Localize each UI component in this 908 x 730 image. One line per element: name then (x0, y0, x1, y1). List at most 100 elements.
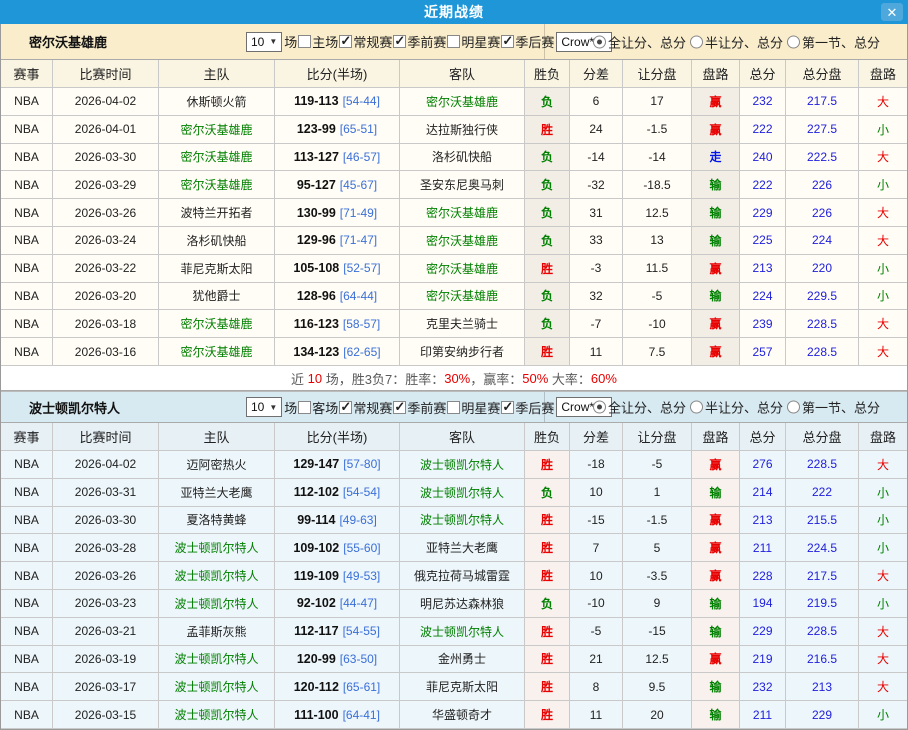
away-team-cell: 圣安东尼奥马刺 (400, 171, 525, 199)
filter-checkbox[interactable]: 明星赛 (446, 398, 500, 417)
away-team-cell: 菲尼克斯太阳 (400, 673, 525, 701)
total-points-cell: 229 (740, 199, 786, 227)
total-line-cell: 228.5 (786, 338, 859, 366)
final-score: 112-102 (294, 485, 339, 499)
games-count-select[interactable]: 10 ▼ (246, 32, 282, 52)
outcome-cell: 胜 (525, 701, 570, 729)
handicap-result-cell: 赢 (692, 562, 740, 590)
column-header: 赛事 (1, 423, 53, 451)
over-under-cell: 大 (859, 144, 907, 172)
point-diff-cell: 33 (570, 227, 623, 255)
filter-checkbox[interactable]: 季前赛 (392, 398, 446, 417)
games-count-select[interactable]: 10 ▼ (246, 397, 282, 417)
filter-radio[interactable]: 半让分、总分 (686, 398, 783, 417)
chevron-down-icon: ▼ (269, 37, 277, 46)
outcome-cell: 胜 (525, 618, 570, 646)
away-team-cell: 华盛顿奇才 (400, 701, 525, 729)
column-header: 胜负 (525, 423, 570, 451)
point-diff-cell: 11 (570, 338, 623, 366)
checkbox-input[interactable] (298, 35, 311, 48)
league-cell: NBA (1, 451, 53, 479)
checkbox-input[interactable] (447, 401, 460, 414)
total-points-cell: 222 (740, 116, 786, 144)
home-team-cell: 迈阿密热火 (159, 451, 275, 479)
filter-checkbox[interactable]: 季后赛 (500, 398, 554, 417)
filter-radio[interactable]: 全让分、总分 (589, 398, 686, 417)
handicap-line-cell: -1.5 (623, 507, 692, 535)
checkbox-input[interactable] (298, 401, 311, 414)
recent-results-window: 近期战绩 ✕ 密尔沃基雄鹿 10 ▼ 场 主场 常规赛 季前赛 明星赛 (0, 0, 908, 730)
filter-checkbox[interactable]: 季前赛 (392, 32, 446, 51)
league-cell: NBA (1, 479, 53, 507)
filter-checkbox[interactable]: 常规赛 (338, 32, 392, 51)
checkbox-label: 季前赛 (407, 398, 446, 417)
checkbox-label: 季后赛 (515, 32, 554, 51)
checkbox-input[interactable] (393, 35, 406, 48)
outcome-cell: 胜 (525, 646, 570, 674)
divider (544, 24, 545, 59)
radio-input[interactable] (787, 401, 800, 414)
away-team-cell: 达拉斯独行侠 (400, 116, 525, 144)
table-row: NBA 2026-03-15 波士顿凯尔特人 111-100[64-41] 华盛… (1, 701, 907, 729)
filter-checkbox[interactable]: 明星赛 (446, 32, 500, 51)
date-cell: 2026-03-26 (53, 199, 159, 227)
checkbox-input[interactable] (339, 35, 352, 48)
handicap-result-cell: 输 (692, 618, 740, 646)
column-header: 总分 (740, 423, 786, 451)
point-diff-cell: 8 (570, 673, 623, 701)
date-cell: 2026-03-26 (53, 562, 159, 590)
date-cell: 2026-03-17 (53, 673, 159, 701)
table-row: NBA 2026-04-02 迈阿密热火 129-147[57-80] 波士顿凯… (1, 451, 907, 479)
radio-input[interactable] (690, 35, 703, 48)
score-cell: 134-123[62-65] (275, 338, 400, 366)
checkbox-input[interactable] (501, 401, 514, 414)
checkbox-input[interactable] (447, 35, 460, 48)
radio-input[interactable] (593, 401, 606, 414)
league-cell: NBA (1, 534, 53, 562)
table-row: NBA 2026-03-17 波士顿凯尔特人 120-112[65-61] 菲尼… (1, 673, 907, 701)
total-line-cell: 213 (786, 673, 859, 701)
away-team-cell: 密尔沃基雄鹿 (400, 283, 525, 311)
celtics-results-table: 赛事比赛时间主队比分(半场)客队胜负分差让分盘盘路总分总分盘盘路 NBA 202… (1, 423, 907, 729)
filter-checkbox[interactable]: 主场 (297, 32, 338, 51)
filter-radio[interactable]: 全让分、总分 (589, 32, 686, 51)
content-frame: 密尔沃基雄鹿 10 ▼ 场 主场 常规赛 季前赛 明星赛 季后赛 (0, 24, 908, 730)
checkbox-label: 明星赛 (461, 398, 500, 417)
handicap-result-cell: 输 (692, 171, 740, 199)
total-line-cell: 229 (786, 701, 859, 729)
radio-input[interactable] (690, 401, 703, 414)
checkbox-input[interactable] (501, 35, 514, 48)
filter-checkbox[interactable]: 季后赛 (500, 32, 554, 51)
checkbox-input[interactable] (339, 401, 352, 414)
radio-label: 全让分、总分 (608, 398, 686, 417)
total-points-cell: 224 (740, 283, 786, 311)
total-line-cell: 228.5 (786, 310, 859, 338)
handicap-line-cell: -18.5 (623, 171, 692, 199)
league-cell: NBA (1, 590, 53, 618)
close-icon[interactable]: ✕ (881, 3, 903, 21)
filter-radio[interactable]: 第一节、总分 (783, 32, 880, 51)
handicap-line-cell: 1 (623, 479, 692, 507)
filter-radio[interactable]: 第一节、总分 (783, 398, 880, 417)
table-row: NBA 2026-03-19 波士顿凯尔特人 120-99[63-50] 金州勇… (1, 646, 907, 674)
filter-checkbox[interactable]: 客场 (297, 398, 338, 417)
radio-input[interactable] (593, 35, 606, 48)
column-header: 客队 (400, 60, 525, 88)
filter-radio[interactable]: 半让分、总分 (686, 32, 783, 51)
column-header: 盘路 (859, 423, 907, 451)
celtics-filter-bar: 波士顿凯尔特人 10 ▼ 场 客场 常规赛 季前赛 明星赛 季后赛 (1, 391, 907, 423)
home-team-cell: 犹他爵士 (159, 283, 275, 311)
checkbox-input[interactable] (393, 401, 406, 414)
handicap-result-cell: 赢 (692, 310, 740, 338)
halftime-score: [54-44] (343, 94, 380, 108)
league-cell: NBA (1, 116, 53, 144)
point-diff-cell: 6 (570, 88, 623, 116)
date-cell: 2026-04-01 (53, 116, 159, 144)
radio-input[interactable] (787, 35, 800, 48)
league-cell: NBA (1, 701, 53, 729)
over-under-cell: 大 (859, 199, 907, 227)
summary-segment: 50% (522, 371, 548, 386)
column-header: 盘路 (692, 60, 740, 88)
final-score: 119-113 (294, 94, 339, 108)
filter-checkbox[interactable]: 常规赛 (338, 398, 392, 417)
